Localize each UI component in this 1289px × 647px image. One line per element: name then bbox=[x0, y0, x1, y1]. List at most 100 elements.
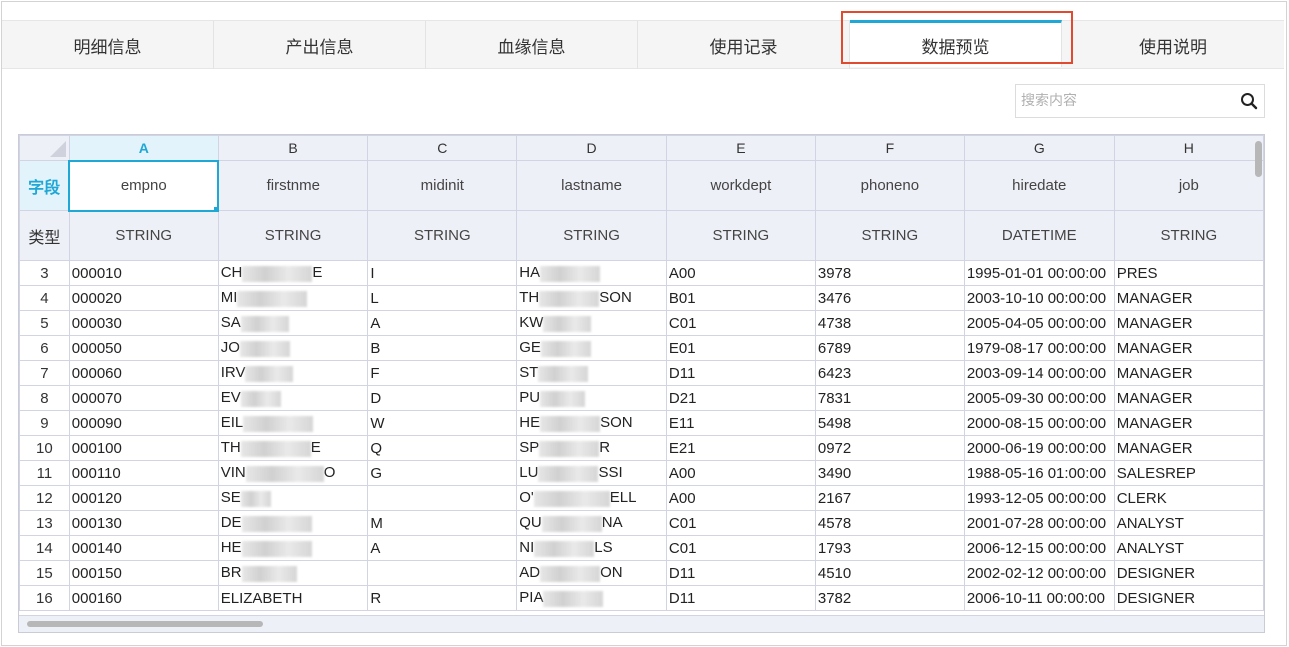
table-cell[interactable]: 2000-06-19 00:00:00 bbox=[963, 435, 1115, 461]
table-cell[interactable]: D bbox=[367, 385, 518, 411]
table-cell[interactable]: EIL bbox=[217, 410, 369, 436]
table-cell[interactable]: 000100 bbox=[68, 435, 219, 461]
table-cell[interactable]: IRV bbox=[217, 360, 369, 386]
table-cell[interactable]: D21 bbox=[665, 385, 816, 411]
table-cell[interactable]: 6423 bbox=[814, 360, 965, 386]
table-cell[interactable]: 1979-08-17 00:00:00 bbox=[963, 335, 1115, 361]
table-cell[interactable]: L bbox=[367, 285, 518, 311]
table-cell[interactable]: ELIZABETH bbox=[217, 585, 369, 611]
row-number[interactable]: 5 bbox=[19, 310, 70, 336]
table-cell[interactable]: 000050 bbox=[68, 335, 219, 361]
table-cell[interactable]: 2001-07-28 00:00:00 bbox=[963, 510, 1115, 536]
field-type-cell[interactable]: STRING bbox=[217, 210, 369, 261]
field-type-cell[interactable]: STRING bbox=[68, 210, 219, 261]
table-cell[interactable]: HE bbox=[217, 535, 369, 561]
field-name-cell[interactable]: midinit bbox=[367, 160, 518, 211]
field-name-cell[interactable]: phoneno bbox=[814, 160, 965, 211]
tab-data-preview[interactable]: 数据预览 bbox=[850, 20, 1062, 67]
table-cell[interactable]: 2005-04-05 00:00:00 bbox=[963, 310, 1115, 336]
horizontal-scrollbar[interactable] bbox=[27, 621, 263, 627]
column-header-e[interactable]: E bbox=[665, 135, 816, 161]
column-header-f[interactable]: F bbox=[814, 135, 965, 161]
table-cell[interactable]: DESIGNER bbox=[1113, 585, 1264, 611]
table-cell[interactable]: 3490 bbox=[814, 460, 965, 486]
table-cell[interactable]: MANAGER bbox=[1113, 385, 1264, 411]
search-icon[interactable] bbox=[1240, 92, 1258, 110]
table-cell[interactable]: 0972 bbox=[814, 435, 965, 461]
table-cell[interactable]: 2003-10-10 00:00:00 bbox=[963, 285, 1115, 311]
table-cell[interactable]: 2003-09-14 00:00:00 bbox=[963, 360, 1115, 386]
table-cell[interactable]: MANAGER bbox=[1113, 285, 1264, 311]
tab-lineage-info[interactable]: 血缘信息 bbox=[426, 21, 638, 69]
tab-usage-records[interactable]: 使用记录 bbox=[638, 21, 850, 69]
table-cell[interactable]: ST bbox=[516, 360, 667, 386]
fill-handle[interactable] bbox=[214, 206, 217, 209]
table-cell[interactable]: 6789 bbox=[814, 335, 965, 361]
select-all-corner[interactable] bbox=[19, 135, 70, 161]
table-cell[interactable]: 000150 bbox=[68, 560, 219, 586]
table-cell[interactable]: A00 bbox=[665, 460, 816, 486]
table-cell[interactable]: D11 bbox=[665, 560, 816, 586]
field-name-cell[interactable]: workdept bbox=[665, 160, 816, 211]
table-cell[interactable]: MANAGER bbox=[1113, 310, 1264, 336]
row-number[interactable]: 8 bbox=[19, 385, 70, 411]
table-cell[interactable]: 000120 bbox=[68, 485, 219, 511]
table-cell[interactable]: E01 bbox=[665, 335, 816, 361]
table-cell[interactable]: TH SON bbox=[516, 285, 667, 311]
table-cell[interactable]: C01 bbox=[665, 310, 816, 336]
table-cell[interactable]: 2002-02-12 00:00:00 bbox=[963, 560, 1115, 586]
column-header-c[interactable]: C bbox=[367, 135, 518, 161]
table-cell[interactable]: A00 bbox=[665, 260, 816, 286]
table-cell[interactable]: 4510 bbox=[814, 560, 965, 586]
table-cell[interactable]: I bbox=[367, 260, 518, 286]
table-cell[interactable]: A bbox=[367, 310, 518, 336]
table-cell[interactable]: 4738 bbox=[814, 310, 965, 336]
table-cell[interactable]: 000090 bbox=[68, 410, 219, 436]
field-name-cell[interactable]: empno bbox=[68, 159, 220, 212]
field-name-cell[interactable]: firstnme bbox=[217, 160, 369, 211]
row-number[interactable]: 9 bbox=[19, 410, 70, 436]
table-cell[interactable]: MANAGER bbox=[1113, 335, 1264, 361]
table-cell[interactable]: 2005-09-30 00:00:00 bbox=[963, 385, 1115, 411]
table-cell[interactable]: BR bbox=[217, 560, 369, 586]
row-number[interactable]: 7 bbox=[19, 360, 70, 386]
table-cell[interactable]: 000140 bbox=[68, 535, 219, 561]
field-type-cell[interactable]: STRING bbox=[665, 210, 816, 261]
table-cell[interactable]: QU NA bbox=[516, 510, 667, 536]
table-cell[interactable]: E11 bbox=[665, 410, 816, 436]
column-header-d[interactable]: D bbox=[516, 135, 667, 161]
table-cell[interactable]: ANALYST bbox=[1113, 535, 1264, 561]
table-cell[interactable]: 7831 bbox=[814, 385, 965, 411]
table-cell[interactable]: O' ELL bbox=[516, 485, 667, 511]
table-cell[interactable]: LU SSI bbox=[516, 460, 667, 486]
field-type-cell[interactable]: STRING bbox=[814, 210, 965, 261]
row-number[interactable]: 12 bbox=[19, 485, 70, 511]
field-type-cell[interactable]: STRING bbox=[516, 210, 667, 261]
table-cell[interactable]: MANAGER bbox=[1113, 360, 1264, 386]
field-type-cell[interactable]: STRING bbox=[1113, 210, 1264, 261]
table-cell[interactable]: 3782 bbox=[814, 585, 965, 611]
table-cell[interactable]: B01 bbox=[665, 285, 816, 311]
row-number[interactable]: 14 bbox=[19, 535, 70, 561]
table-cell[interactable]: CLERK bbox=[1113, 485, 1264, 511]
column-header-h[interactable]: H bbox=[1113, 135, 1264, 161]
table-cell[interactable]: DESIGNER bbox=[1113, 560, 1264, 586]
table-cell[interactable]: 2006-10-11 00:00:00 bbox=[963, 585, 1115, 611]
table-cell[interactable]: CH E bbox=[217, 260, 369, 286]
table-cell[interactable]: E21 bbox=[665, 435, 816, 461]
table-cell[interactable]: AD ON bbox=[516, 560, 667, 586]
table-cell[interactable]: SE bbox=[217, 485, 369, 511]
search-input[interactable] bbox=[1016, 86, 1236, 116]
table-cell[interactable]: R bbox=[367, 585, 518, 611]
table-cell[interactable]: SA bbox=[217, 310, 369, 336]
table-cell[interactable]: 000020 bbox=[68, 285, 219, 311]
column-header-a[interactable]: A bbox=[68, 135, 219, 161]
table-cell[interactable]: 3476 bbox=[814, 285, 965, 311]
table-cell[interactable]: 1995-01-01 00:00:00 bbox=[963, 260, 1115, 286]
row-number[interactable]: 3 bbox=[19, 260, 70, 286]
table-cell[interactable]: SP R bbox=[516, 435, 667, 461]
table-cell[interactable]: 2167 bbox=[814, 485, 965, 511]
table-cell[interactable]: B bbox=[367, 335, 518, 361]
table-cell[interactable]: 2006-12-15 00:00:00 bbox=[963, 535, 1115, 561]
table-cell[interactable]: M bbox=[367, 510, 518, 536]
